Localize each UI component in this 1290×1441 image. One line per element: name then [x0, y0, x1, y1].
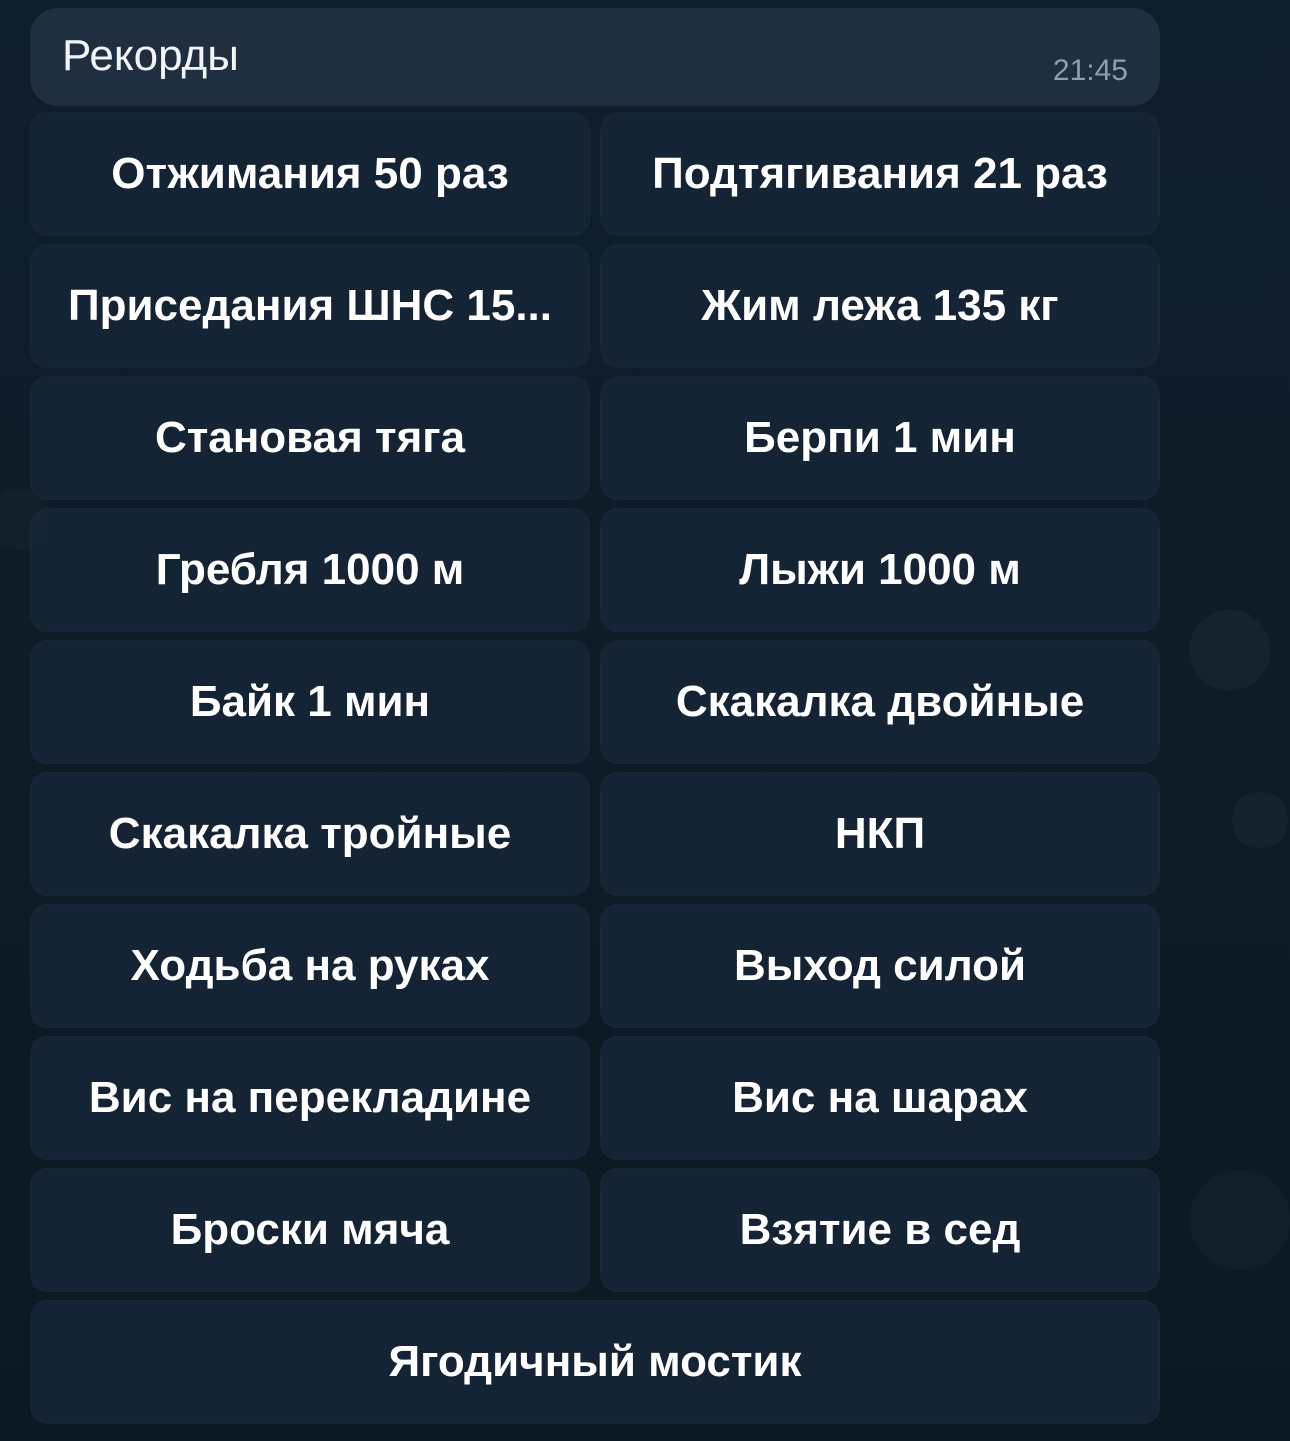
bench-press-button[interactable]: Жим лежа 135 кг: [600, 244, 1160, 368]
muscle-up-button[interactable]: Выход силой: [600, 904, 1160, 1028]
ball-throws-button[interactable]: Броски мяча: [30, 1168, 590, 1292]
bar-hang-button[interactable]: Вис на перекладине: [30, 1036, 590, 1160]
pushups-button[interactable]: Отжимания 50 раз: [30, 112, 590, 236]
reply-keyboard: Отжимания 50 раз Подтягивания 21 раз При…: [30, 112, 1160, 1432]
ball-hang-button[interactable]: Вис на шарах: [600, 1036, 1160, 1160]
glute-bridge-button[interactable]: Ягодичный мостик: [30, 1300, 1160, 1424]
keyboard-row: Скакалка тройные НКП: [30, 772, 1160, 896]
nkp-button[interactable]: НКП: [600, 772, 1160, 896]
squats-button[interactable]: Приседания ШНС 15...: [30, 244, 590, 368]
keyboard-row: Ходьба на руках Выход силой: [30, 904, 1160, 1028]
double-unders-button[interactable]: Скакалка двойные: [600, 640, 1160, 764]
keyboard-row: Отжимания 50 раз Подтягивания 21 раз: [30, 112, 1160, 236]
message-time: 21:45: [1052, 54, 1128, 87]
bike-button[interactable]: Байк 1 мин: [30, 640, 590, 764]
pullups-button[interactable]: Подтягивания 21 раз: [600, 112, 1160, 236]
clean-button[interactable]: Взятие в сед: [600, 1168, 1160, 1292]
message-bubble: Рекорды 21:45: [30, 8, 1160, 106]
keyboard-row: Вис на перекладине Вис на шарах: [30, 1036, 1160, 1160]
keyboard-row: Байк 1 мин Скакалка двойные: [30, 640, 1160, 764]
keyboard-row: Броски мяча Взятие в сед: [30, 1168, 1160, 1292]
ski-button[interactable]: Лыжи 1000 м: [600, 508, 1160, 632]
deadlift-button[interactable]: Становая тяга: [30, 376, 590, 500]
keyboard-row: Гребля 1000 м Лыжи 1000 м: [30, 508, 1160, 632]
keyboard-row: Становая тяга Берпи 1 мин: [30, 376, 1160, 500]
keyboard-row: Ягодичный мостик: [30, 1300, 1160, 1424]
handstand-walk-button[interactable]: Ходьба на руках: [30, 904, 590, 1028]
triple-unders-button[interactable]: Скакалка тройные: [30, 772, 590, 896]
burpees-button[interactable]: Берпи 1 мин: [600, 376, 1160, 500]
message-title: Рекорды: [62, 31, 239, 80]
keyboard-row: Приседания ШНС 15... Жим лежа 135 кг: [30, 244, 1160, 368]
rowing-button[interactable]: Гребля 1000 м: [30, 508, 590, 632]
